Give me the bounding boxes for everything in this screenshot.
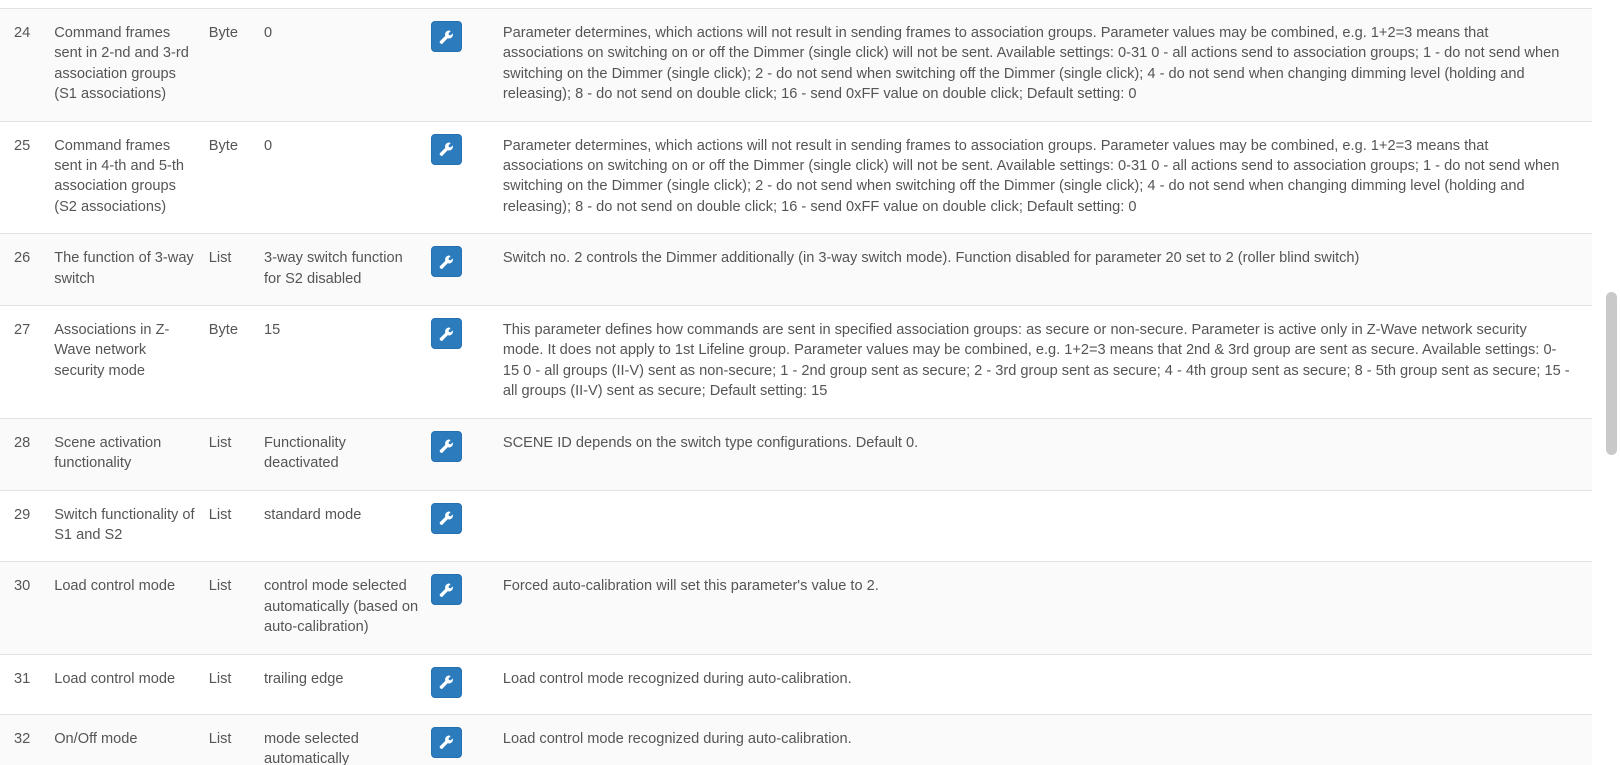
parameter-value-cell: 15: [263, 322, 281, 339]
configure-parameter-button[interactable]: [430, 726, 462, 758]
parameter-description-cell: This parameter defines how commands are …: [502, 322, 1570, 400]
vertical-scrollbar[interactable]: [1603, 0, 1620, 765]
configure-parameter-button[interactable]: [430, 133, 462, 165]
parameter-name-cell: Switch functionality of S1 and S2: [54, 506, 195, 543]
parameter-type-cell: List: [208, 730, 232, 747]
parameter-value-cell: standard mode: [263, 506, 362, 523]
parameter-type-cell: Byte: [208, 137, 238, 154]
table-row: 26 The function of 3-way switch List 3-way …: [0, 233, 1592, 306]
parameter-description-cell: Load control mode recognized during auto…: [502, 730, 852, 747]
configure-parameter-button[interactable]: [430, 318, 462, 350]
parameter-name-cell: Load control mode: [54, 670, 176, 687]
parameter-value-cell: Functionality deactivated: [263, 434, 346, 472]
parameter-action-cell: [430, 654, 503, 714]
parameter-type-cell: Byte: [208, 25, 238, 41]
table-row: 32 On/Off mode List mode selected automatic…: [0, 714, 1592, 765]
configuration-parameters-table: 24 Command frames sent in 2-nd and 3-rd a…: [0, 8, 1592, 765]
parameter-name-cell: Scene activation functionality: [54, 434, 162, 472]
configure-parameter-button[interactable]: [430, 666, 462, 698]
parameter-action-cell: [430, 234, 503, 306]
parameter-description-cell: [503, 490, 1592, 562]
parameter-name-cell: Command frames sent in 2-nd and 3-rd ass…: [54, 25, 189, 103]
parameters-table-viewport: 24 Command frames sent in 2-nd and 3-rd a…: [0, 0, 1620, 765]
parameter-type-cell: List: [208, 434, 232, 451]
parameter-description-cell: Switch no. 2 controls the Dimmer additio…: [502, 250, 1360, 267]
parameter-value-cell: 0: [263, 25, 273, 41]
parameter-description-cell: Parameter determines, which actions will…: [502, 137, 1560, 215]
parameter-action-cell: [430, 714, 503, 765]
table-row: 28 Scene activation functionality List Func…: [0, 418, 1592, 490]
parameter-action-cell: [430, 418, 503, 490]
parameter-id-cell: 27: [14, 322, 31, 339]
parameter-value-cell: mode selected automatically: [263, 730, 359, 765]
parameter-action-cell: [430, 121, 503, 234]
parameter-type-cell: Byte: [208, 322, 238, 339]
parameter-type-cell: List: [208, 506, 232, 523]
parameter-type-cell: List: [208, 578, 232, 595]
configure-parameter-button[interactable]: [430, 246, 462, 278]
parameter-value-cell: 3-way switch function for S2 disabled: [263, 250, 403, 287]
parameter-action-cell: [430, 306, 503, 419]
table-row: 25 Command frames sent in 4-th and 5-th a…: [0, 121, 1592, 234]
configure-parameter-button[interactable]: [430, 574, 462, 606]
table-row: 30 Load control mode List control mode sele…: [0, 561, 1592, 655]
parameter-description-cell: Parameter determines, which actions will…: [502, 25, 1560, 103]
configure-parameter-button[interactable]: [430, 502, 462, 534]
parameter-id-cell: 31: [14, 670, 31, 687]
parameter-type-cell: List: [208, 250, 232, 267]
parameter-type-cell: List: [208, 670, 232, 687]
table-row: 27 Associations in Z-Wave network securit…: [0, 305, 1592, 419]
configure-parameter-button[interactable]: [430, 430, 462, 462]
parameter-description-cell: SCENE ID depends on the switch type conf…: [502, 434, 919, 451]
parameter-name-cell: Load control mode: [54, 578, 176, 595]
parameter-name-cell: On/Off mode: [54, 730, 138, 747]
table-row: 31 Load control mode List trailing edge Load…: [0, 654, 1592, 715]
parameter-value-cell: trailing edge: [263, 670, 344, 687]
parameter-description-cell: Forced auto-calibration will set this pa…: [502, 578, 879, 595]
parameter-value-cell: 0: [263, 137, 273, 154]
parameter-id-cell: 30: [14, 578, 31, 595]
parameter-name-cell: The function of 3-way switch: [54, 250, 194, 287]
parameter-id-cell: 26: [14, 250, 31, 267]
parameter-value-cell: control mode selected automatically (bas…: [263, 578, 419, 636]
parameter-id-cell: 32: [14, 730, 31, 747]
parameter-description-cell: Load control mode recognized during auto…: [502, 670, 852, 687]
parameter-id-cell: 28: [14, 434, 31, 451]
parameter-action-cell: [430, 562, 503, 654]
parameter-id-cell: 29: [14, 506, 31, 523]
vertical-scrollbar-thumb[interactable]: [1606, 292, 1617, 455]
table-body: 24 Command frames sent in 2-nd and 3-rd a…: [0, 8, 1592, 765]
parameter-action-cell: [430, 490, 503, 562]
configure-parameter-button[interactable]: [430, 21, 462, 52]
parameter-name-cell: Command frames sent in 4-th and 5-th ass…: [54, 137, 185, 215]
parameter-action-cell: [430, 9, 503, 122]
table-row: 24 Command frames sent in 2-nd and 3-rd a…: [0, 8, 1592, 122]
parameter-name-cell: Associations in Z-Wave network security …: [54, 322, 170, 379]
parameter-id-cell: 25: [14, 137, 31, 154]
parameter-id-cell: 24: [14, 25, 31, 41]
table-row: 29 Switch functionality of S1 and S2 List s…: [0, 490, 1592, 562]
